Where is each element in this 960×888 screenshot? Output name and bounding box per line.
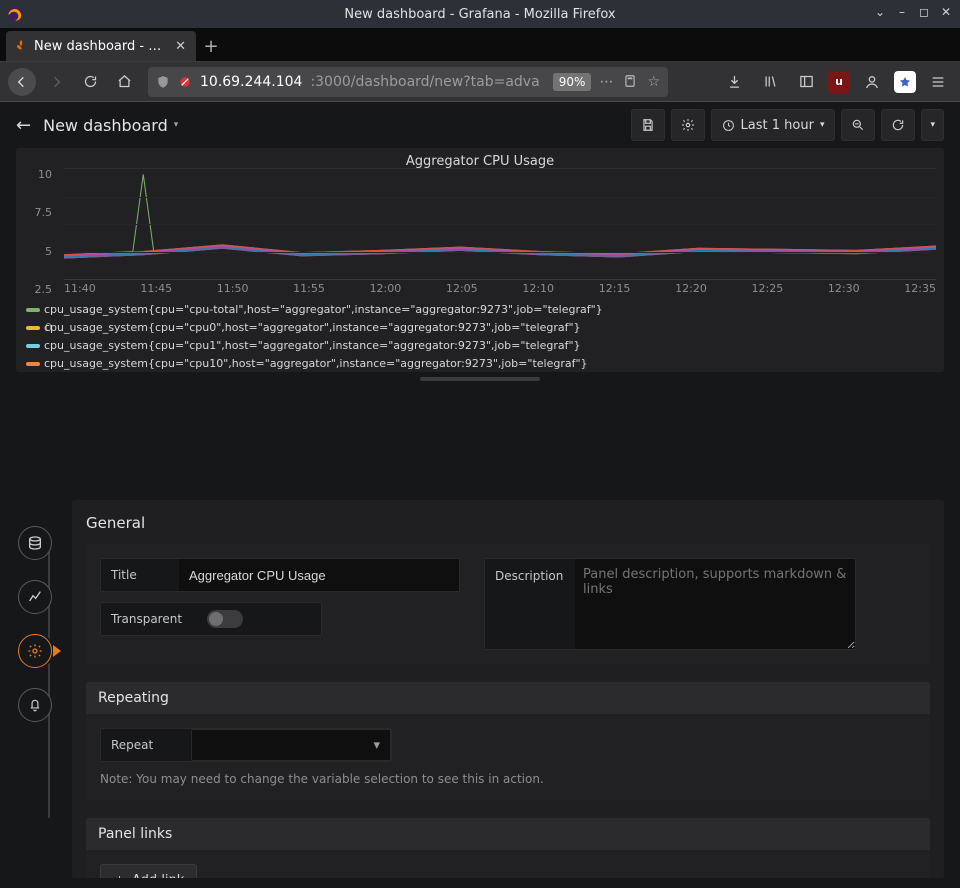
legend-swatch <box>26 344 40 348</box>
legend-swatch <box>26 326 40 330</box>
window-titlebar: New dashboard - Grafana - Mozilla Firefo… <box>0 0 960 28</box>
bookmark-star-icon[interactable]: ☆ <box>647 74 660 90</box>
hamburger-menu-icon[interactable] <box>924 68 952 96</box>
tab-queries[interactable] <box>18 526 52 560</box>
tab-title: New dashboard - Graf… <box>34 39 165 54</box>
repeat-field: Repeat ▾ <box>100 728 392 762</box>
description-label: Description <box>485 559 575 649</box>
legend-item[interactable]: cpu_usage_system{cpu="cpu-total",host="a… <box>26 302 603 318</box>
save-dashboard-button[interactable] <box>631 109 665 141</box>
library-icon[interactable] <box>756 68 784 96</box>
browser-toolbar: 10.69.244.104 :3000/dashboard/new?tab=adv… <box>0 62 960 102</box>
browser-tab-active[interactable]: New dashboard - Graf… ✕ <box>6 31 196 61</box>
refresh-button[interactable] <box>881 109 915 141</box>
description-textarea[interactable] <box>575 559 855 649</box>
tab-close-icon[interactable]: ✕ <box>175 39 186 54</box>
repeat-label: Repeat <box>101 738 191 752</box>
section-heading-repeating: Repeating <box>86 682 930 714</box>
transparent-label: Transparent <box>101 612 197 626</box>
panel-title: Aggregator CPU Usage <box>26 154 934 169</box>
description-field: Description <box>484 558 856 650</box>
url-bar[interactable]: 10.69.244.104 :3000/dashboard/new?tab=adv… <box>148 67 668 97</box>
firefox-icon <box>6 5 24 23</box>
grafana-favicon-icon <box>14 39 28 53</box>
section-heading-general: General <box>86 514 930 532</box>
downloads-icon[interactable] <box>720 68 748 96</box>
time-range-picker[interactable]: Last 1 hour ▾ <box>711 109 836 141</box>
extension-icon[interactable] <box>894 71 916 93</box>
legend-swatch <box>26 362 40 366</box>
reader-mode-icon[interactable] <box>623 74 637 90</box>
nav-reload-button[interactable] <box>76 68 104 96</box>
tab-visualization[interactable] <box>18 580 52 614</box>
account-icon[interactable] <box>858 68 886 96</box>
nav-back-button[interactable] <box>8 68 36 96</box>
window-maximize-icon[interactable]: ◻ <box>916 4 932 20</box>
legend-item[interactable]: cpu_usage_system{cpu="cpu0",host="aggreg… <box>26 320 581 336</box>
chevron-down-icon: ▾ <box>820 120 825 130</box>
ublock-icon[interactable]: u <box>828 71 850 93</box>
legend-item[interactable]: cpu_usage_system{cpu="cpu1",host="aggreg… <box>26 338 581 354</box>
sidebar-icon[interactable] <box>792 68 820 96</box>
window-showdesktop-icon[interactable]: ⌄ <box>872 4 888 20</box>
window-close-icon[interactable]: ✕ <box>938 4 954 20</box>
repeat-note: Note: You may need to change the variabl… <box>100 772 916 786</box>
dashboard-settings-button[interactable] <box>671 109 705 141</box>
url-host: 10.69.244.104 <box>200 74 302 90</box>
tab-alert[interactable] <box>18 688 52 722</box>
repeat-select[interactable]: ▾ <box>191 729 391 761</box>
panel-editor: General Title Transparent <box>16 500 944 878</box>
window-minimize-icon[interactable]: – <box>894 4 910 20</box>
chart-x-axis: 11:4011:4511:5011:5512:0012:0512:1012:15… <box>64 282 936 298</box>
zoom-indicator[interactable]: 90% <box>553 73 592 91</box>
tab-strip: New dashboard - Graf… ✕ + <box>0 28 960 62</box>
back-arrow-icon[interactable]: ← <box>16 115 31 136</box>
section-heading-links: Panel links <box>86 818 930 850</box>
window-title: New dashboard - Grafana - Mozilla Firefo… <box>344 7 615 22</box>
nav-forward-button <box>42 68 70 96</box>
chevron-down-icon: ▾ <box>174 120 179 130</box>
title-input[interactable] <box>179 559 459 591</box>
legend-item[interactable]: cpu_usage_system{cpu="cpu10",host="aggre… <box>26 356 588 372</box>
page-action-menu-icon[interactable]: ⋯ <box>599 74 613 90</box>
plus-icon: ＋ <box>113 871 126 879</box>
transparent-toggle[interactable] <box>207 610 243 628</box>
new-tab-button[interactable]: + <box>196 31 226 61</box>
legend-label: cpu_usage_system{cpu="cpu-total",host="a… <box>44 303 603 316</box>
chart-plot-area[interactable] <box>64 168 936 280</box>
grafana-toolbar: ← New dashboard ▾ Last 1 hour ▾ <box>0 102 960 148</box>
refresh-interval-picker[interactable]: ▾ <box>921 109 944 141</box>
site-identity-icon[interactable] <box>178 75 192 89</box>
dashboard-title[interactable]: New dashboard ▾ <box>43 116 178 135</box>
panel-resize-handle[interactable] <box>0 374 960 384</box>
transparent-field: Transparent <box>100 602 322 636</box>
title-label: Title <box>101 568 179 582</box>
title-field: Title <box>100 558 460 592</box>
tab-general[interactable] <box>18 634 52 668</box>
legend-label: cpu_usage_system{cpu="cpu10",host="aggre… <box>44 357 588 370</box>
nav-home-button[interactable] <box>110 68 138 96</box>
chevron-down-icon: ▾ <box>373 738 380 753</box>
legend-label: cpu_usage_system{cpu="cpu1",host="aggreg… <box>44 339 581 352</box>
add-link-button[interactable]: ＋ Add link <box>100 864 197 878</box>
url-path: :3000/dashboard/new?tab=adva <box>310 74 539 90</box>
zoom-out-button[interactable] <box>841 109 875 141</box>
legend-swatch <box>26 308 40 312</box>
tracking-shield-icon[interactable] <box>156 75 170 89</box>
chart-legend: cpu_usage_system{cpu="cpu-total",host="a… <box>26 302 934 372</box>
legend-label: cpu_usage_system{cpu="cpu0",host="aggreg… <box>44 321 581 334</box>
panel-chart-preview: Aggregator CPU Usage 107.552.50 11:4011:… <box>16 148 944 372</box>
